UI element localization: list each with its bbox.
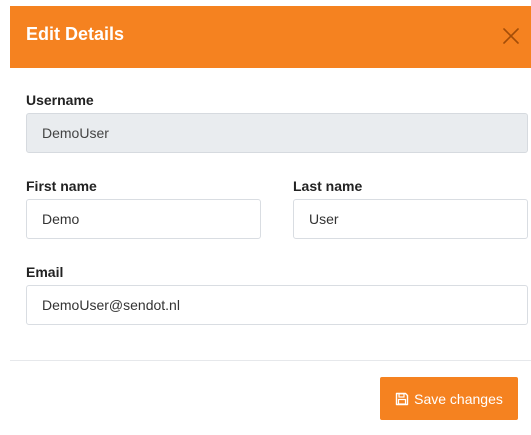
username-field[interactable] [26,113,528,153]
close-button[interactable] [499,24,523,48]
first-name-label: First name [26,178,97,194]
save-changes-button[interactable]: Save changes [380,377,518,420]
floppy-disk-icon [395,392,409,406]
first-name-field[interactable] [26,199,261,239]
close-icon [503,28,519,44]
last-name-label: Last name [293,178,363,194]
save-button-label: Save changes [414,390,503,407]
modal-title: Edit Details [26,24,125,44]
modal-header: Edit Details [10,6,531,68]
footer-divider [10,360,531,361]
email-field[interactable] [26,285,528,325]
email-label: Email [26,264,64,280]
edit-details-modal: Edit Details Username First name Last na… [0,0,531,435]
last-name-field[interactable] [293,199,528,239]
username-label: Username [26,92,94,108]
